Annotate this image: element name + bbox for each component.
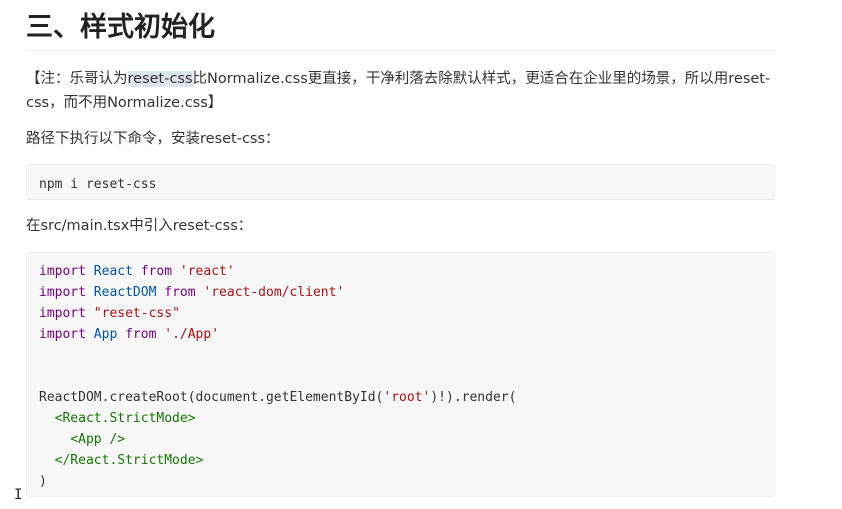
code-line: import App from './App'	[39, 327, 220, 342]
note-paragraph: 【注：乐哥认为reset-css比Normalize.css更直接，干净利落去除…	[26, 67, 776, 115]
text-cursor-icon: I	[14, 487, 23, 503]
code-line: )	[39, 474, 47, 489]
code-line: import ReactDOM from 'react-dom/client'	[39, 285, 345, 300]
import-code-block[interactable]: import React from 'react' import ReactDO…	[26, 252, 775, 497]
install-instruction: 路径下执行以下命令，安装reset-css：	[26, 131, 280, 147]
import-instruction: 在src/main.tsx中引入reset-css：	[26, 218, 253, 234]
code-line: ReactDOM.createRoot(document.getElementB…	[39, 390, 517, 405]
code-line: <React.StrictMode>	[54, 411, 196, 426]
document-page: 三、样式初始化 【注：乐哥认为reset-css比Normalize.css更直…	[0, 0, 842, 509]
code-line: <App />	[70, 432, 126, 447]
code-line: import React from 'react'	[39, 264, 235, 279]
note-prefix: 【注：乐哥认为	[26, 71, 128, 87]
code-line: </React.StrictMode>	[54, 453, 204, 468]
code-line: import "reset-css"	[39, 306, 180, 321]
section-heading: 三、样式初始化	[26, 12, 215, 43]
note-highlighted-text[interactable]: reset-css	[127, 71, 193, 87]
install-command: npm i reset-css	[39, 177, 157, 192]
install-code-block[interactable]: npm i reset-css	[26, 164, 775, 200]
heading-divider	[26, 50, 776, 51]
